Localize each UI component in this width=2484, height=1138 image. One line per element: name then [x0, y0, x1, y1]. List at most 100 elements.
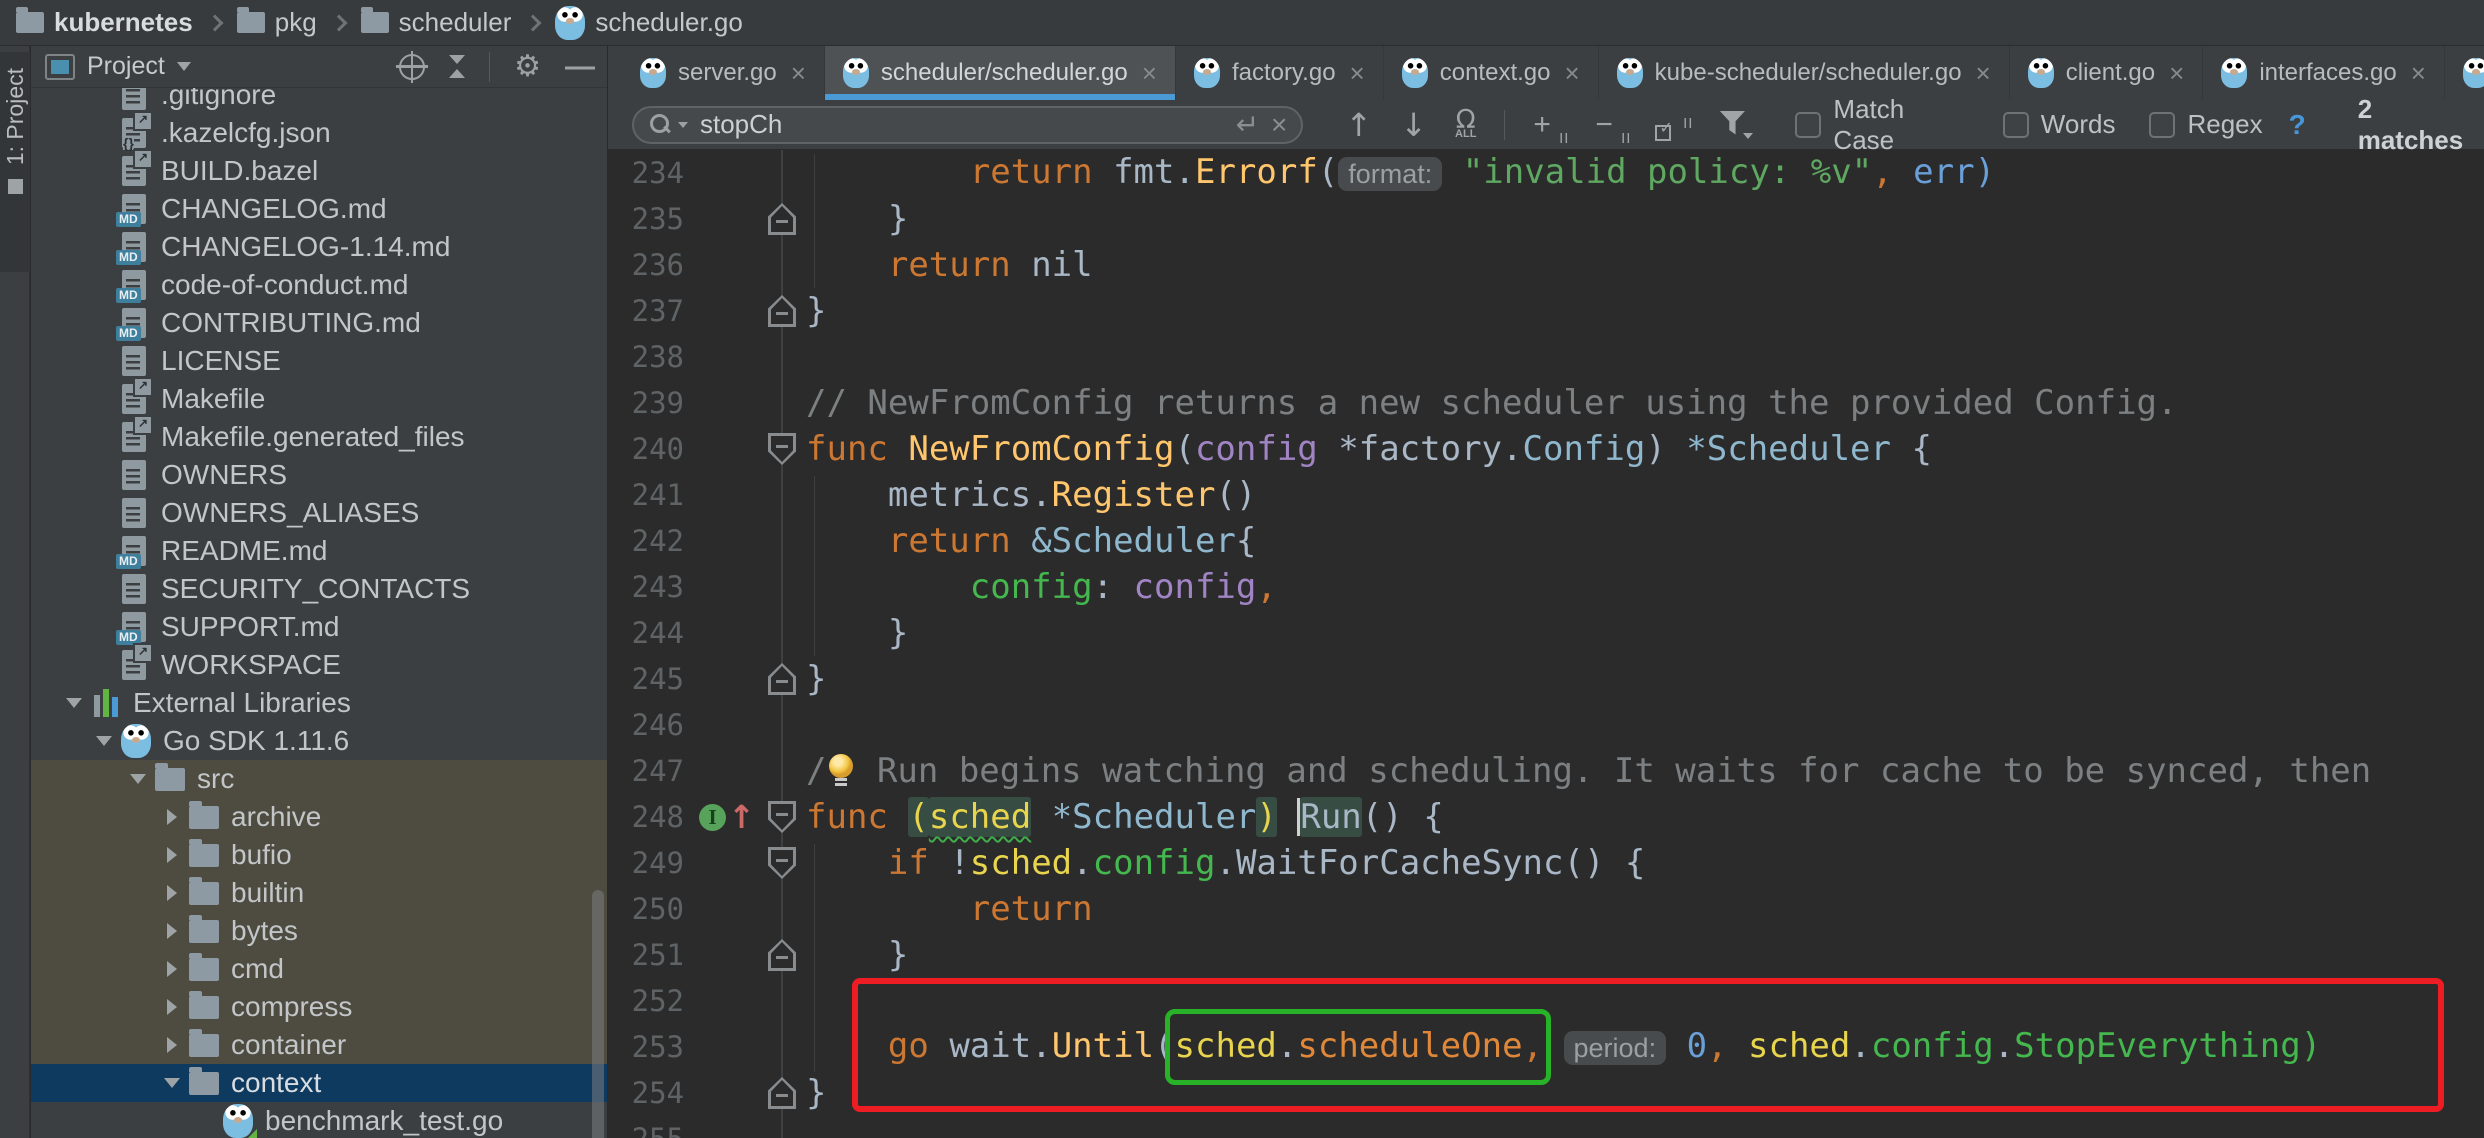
breadcrumb-item[interactable]: scheduler.go	[555, 6, 742, 40]
tree-row[interactable]: src	[31, 760, 607, 798]
code-line[interactable]: 250 return	[608, 886, 2484, 932]
chevron-expanded-icon[interactable]	[89, 736, 119, 746]
editor-tab[interactable]: client.go×	[2010, 46, 2204, 100]
close-icon[interactable]: ×	[1564, 60, 1579, 86]
editor-tab[interactable]: factory.go×	[1176, 46, 1384, 100]
checkbox-icon[interactable]	[1795, 112, 1821, 138]
code-line[interactable]: 236 return nil	[608, 242, 2484, 288]
close-icon[interactable]: ×	[2169, 60, 2184, 86]
tree-row[interactable]: Makefile	[31, 380, 607, 418]
tree-scrollbar[interactable]	[592, 890, 604, 1138]
override-arrow-icon[interactable]: ↑	[728, 801, 755, 833]
tree-row[interactable]: compress	[31, 988, 607, 1026]
project-tool-window-tab[interactable]: 1: Project	[0, 52, 30, 272]
tree-row[interactable]: bufio	[31, 836, 607, 874]
editor-tab[interactable]: med×	[2445, 46, 2484, 100]
tree-row[interactable]: builtin	[31, 874, 607, 912]
close-icon[interactable]: ×	[1976, 60, 1991, 86]
tree-row[interactable]: archive	[31, 798, 607, 836]
editor-tab[interactable]: kube-scheduler/scheduler.go×	[1599, 46, 2010, 100]
breadcrumb-item[interactable]: pkg	[237, 7, 317, 38]
search-input[interactable]: stopCh ↵ ×	[632, 106, 1303, 144]
next-occurrence-icon[interactable]: ↓	[1400, 109, 1427, 141]
chevron-expanded-icon[interactable]	[59, 698, 89, 708]
fold-region-end-icon[interactable]	[768, 1077, 796, 1109]
editor-tab[interactable]: interfaces.go×	[2203, 46, 2445, 100]
code-line[interactable]: 234 return fmt.Errorf(format: "invalid p…	[608, 150, 2484, 196]
newline-icon[interactable]: ↵	[1236, 108, 1259, 141]
toggle-regex[interactable]: Regex	[2149, 109, 2262, 140]
fold-region-end-icon[interactable]	[768, 203, 796, 235]
code-line[interactable]: 237}	[608, 288, 2484, 334]
chevron-collapsed-icon[interactable]	[157, 809, 187, 825]
chevron-collapsed-icon[interactable]	[157, 847, 187, 863]
tree-row[interactable]: External Libraries	[31, 684, 607, 722]
code-line[interactable]: 238	[608, 334, 2484, 380]
tree-row[interactable]: benchmark_test.go	[31, 1102, 607, 1138]
hide-panel-icon[interactable]: —	[565, 59, 595, 74]
code-line[interactable]: 235 }	[608, 196, 2484, 242]
fold-region-start-icon[interactable]	[768, 801, 796, 833]
fold-region-end-icon[interactable]	[768, 295, 796, 327]
chevron-expanded-icon[interactable]	[157, 1078, 187, 1088]
fold-region-end-icon[interactable]	[768, 939, 796, 971]
close-icon[interactable]: ×	[2411, 60, 2426, 86]
tree-row[interactable]: Makefile.generated_files	[31, 418, 607, 456]
checkbox-icon[interactable]	[2149, 112, 2175, 138]
clear-search-icon[interactable]: ×	[1271, 111, 1287, 139]
breadcrumb-item[interactable]: kubernetes	[16, 7, 193, 38]
code-line[interactable]: 245}	[608, 656, 2484, 702]
tree-row[interactable]: LICENSE	[31, 342, 607, 380]
code-line[interactable]: 255	[608, 1116, 2484, 1138]
toggle-match-case[interactable]: Match Case	[1795, 94, 1968, 156]
editor-tab[interactable]: scheduler/scheduler.go×	[825, 46, 1176, 100]
code-line[interactable]: 246	[608, 702, 2484, 748]
remove-selection-icon[interactable]: −ΙΙ	[1595, 110, 1629, 140]
fold-region-start-icon[interactable]	[768, 847, 796, 879]
code-line[interactable]: 243 config: config,	[608, 564, 2484, 610]
tree-row[interactable]: CHANGELOG-1.14.md	[31, 228, 607, 266]
tree-row[interactable]: SUPPORT.md	[31, 608, 607, 646]
previous-occurrence-icon[interactable]: ↑	[1345, 109, 1372, 141]
code-line[interactable]: 247/ Run begins watching and scheduling.…	[608, 748, 2484, 794]
code-line[interactable]: 254}	[608, 1070, 2484, 1116]
tree-row[interactable]: .kazelcfg.json	[31, 114, 607, 152]
tree-row[interactable]: README.md	[31, 532, 607, 570]
tree-row[interactable]: OWNERS	[31, 456, 607, 494]
editor-tab[interactable]: server.go×	[622, 46, 825, 100]
tree-row[interactable]: CHANGELOG.md	[31, 190, 607, 228]
fold-region-start-icon[interactable]	[768, 433, 796, 465]
code-editor[interactable]: 234 return fmt.Errorf(format: "invalid p…	[608, 150, 2484, 1138]
code-line[interactable]: 242 return &Scheduler{	[608, 518, 2484, 564]
project-view-selector[interactable]: Project	[45, 52, 399, 81]
tree-row[interactable]: BUILD.bazel	[31, 152, 607, 190]
chevron-expanded-icon[interactable]	[123, 774, 153, 784]
breadcrumb-item[interactable]: scheduler	[361, 7, 512, 38]
implements-interface-icon[interactable]: I	[699, 804, 726, 831]
locate-file-icon[interactable]	[399, 54, 425, 80]
editor-tab[interactable]: context.go×	[1384, 46, 1599, 100]
tree-row[interactable]: context	[31, 1064, 607, 1102]
fold-region-end-icon[interactable]	[768, 663, 796, 695]
chevron-collapsed-icon[interactable]	[157, 999, 187, 1015]
toggle-words[interactable]: Words	[2003, 109, 2116, 140]
tree-row[interactable]: code-of-conduct.md	[31, 266, 607, 304]
code-line[interactable]: 239// NewFromConfig returns a new schedu…	[608, 380, 2484, 426]
tree-row[interactable]: CONTRIBUTING.md	[31, 304, 607, 342]
close-icon[interactable]: ×	[1142, 60, 1157, 86]
code-line[interactable]: 252	[608, 978, 2484, 1024]
tree-row[interactable]: cmd	[31, 950, 607, 988]
chevron-collapsed-icon[interactable]	[157, 885, 187, 901]
add-selection-icon[interactable]: +ΙΙ	[1533, 110, 1567, 140]
filter-icon[interactable]	[1719, 111, 1749, 139]
chevron-collapsed-icon[interactable]	[157, 1037, 187, 1053]
checkbox-icon[interactable]	[2003, 112, 2029, 138]
tree-row[interactable]: container	[31, 1026, 607, 1064]
tree-row[interactable]: bytes	[31, 912, 607, 950]
collapse-all-icon[interactable]	[449, 55, 465, 78]
code-line[interactable]: 251 }	[608, 932, 2484, 978]
gear-icon[interactable]: ⚙	[514, 52, 541, 82]
search-query[interactable]: stopCh	[700, 109, 1224, 140]
chevron-collapsed-icon[interactable]	[157, 961, 187, 977]
tree-row[interactable]: Go SDK 1.11.6	[31, 722, 607, 760]
